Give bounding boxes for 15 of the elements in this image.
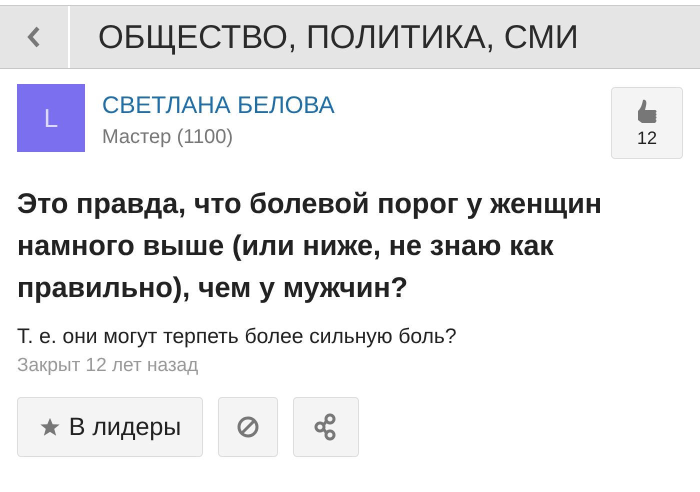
star-icon bbox=[38, 416, 61, 438]
share-icon bbox=[314, 413, 338, 441]
like-button[interactable]: 12 bbox=[611, 87, 683, 159]
leaders-button[interactable]: В лидеры bbox=[17, 397, 203, 457]
author-name[interactable]: СВЕТЛАНА БЕЛОВА bbox=[102, 92, 335, 120]
block-button[interactable] bbox=[218, 397, 278, 457]
author-rank: Мастер (1100) bbox=[102, 126, 234, 149]
category-title: ОБЩЕСТВО, ПОЛИТИКА, СМИ bbox=[97, 18, 579, 56]
question-status: Закрыт 12 лет назад bbox=[17, 355, 200, 377]
prohibited-icon bbox=[236, 415, 260, 439]
question-title: Это правда, что болевой порог у женщин намного выше (или ниже, не знаю как правильно), чем у мужчин? bbox=[17, 187, 603, 306]
back-chevron-icon bbox=[26, 24, 42, 50]
question-body: Т. е. они могут терпеть более сильную боль? bbox=[17, 325, 458, 349]
share-button[interactable] bbox=[293, 397, 359, 457]
thumbs-up-icon bbox=[636, 98, 658, 126]
